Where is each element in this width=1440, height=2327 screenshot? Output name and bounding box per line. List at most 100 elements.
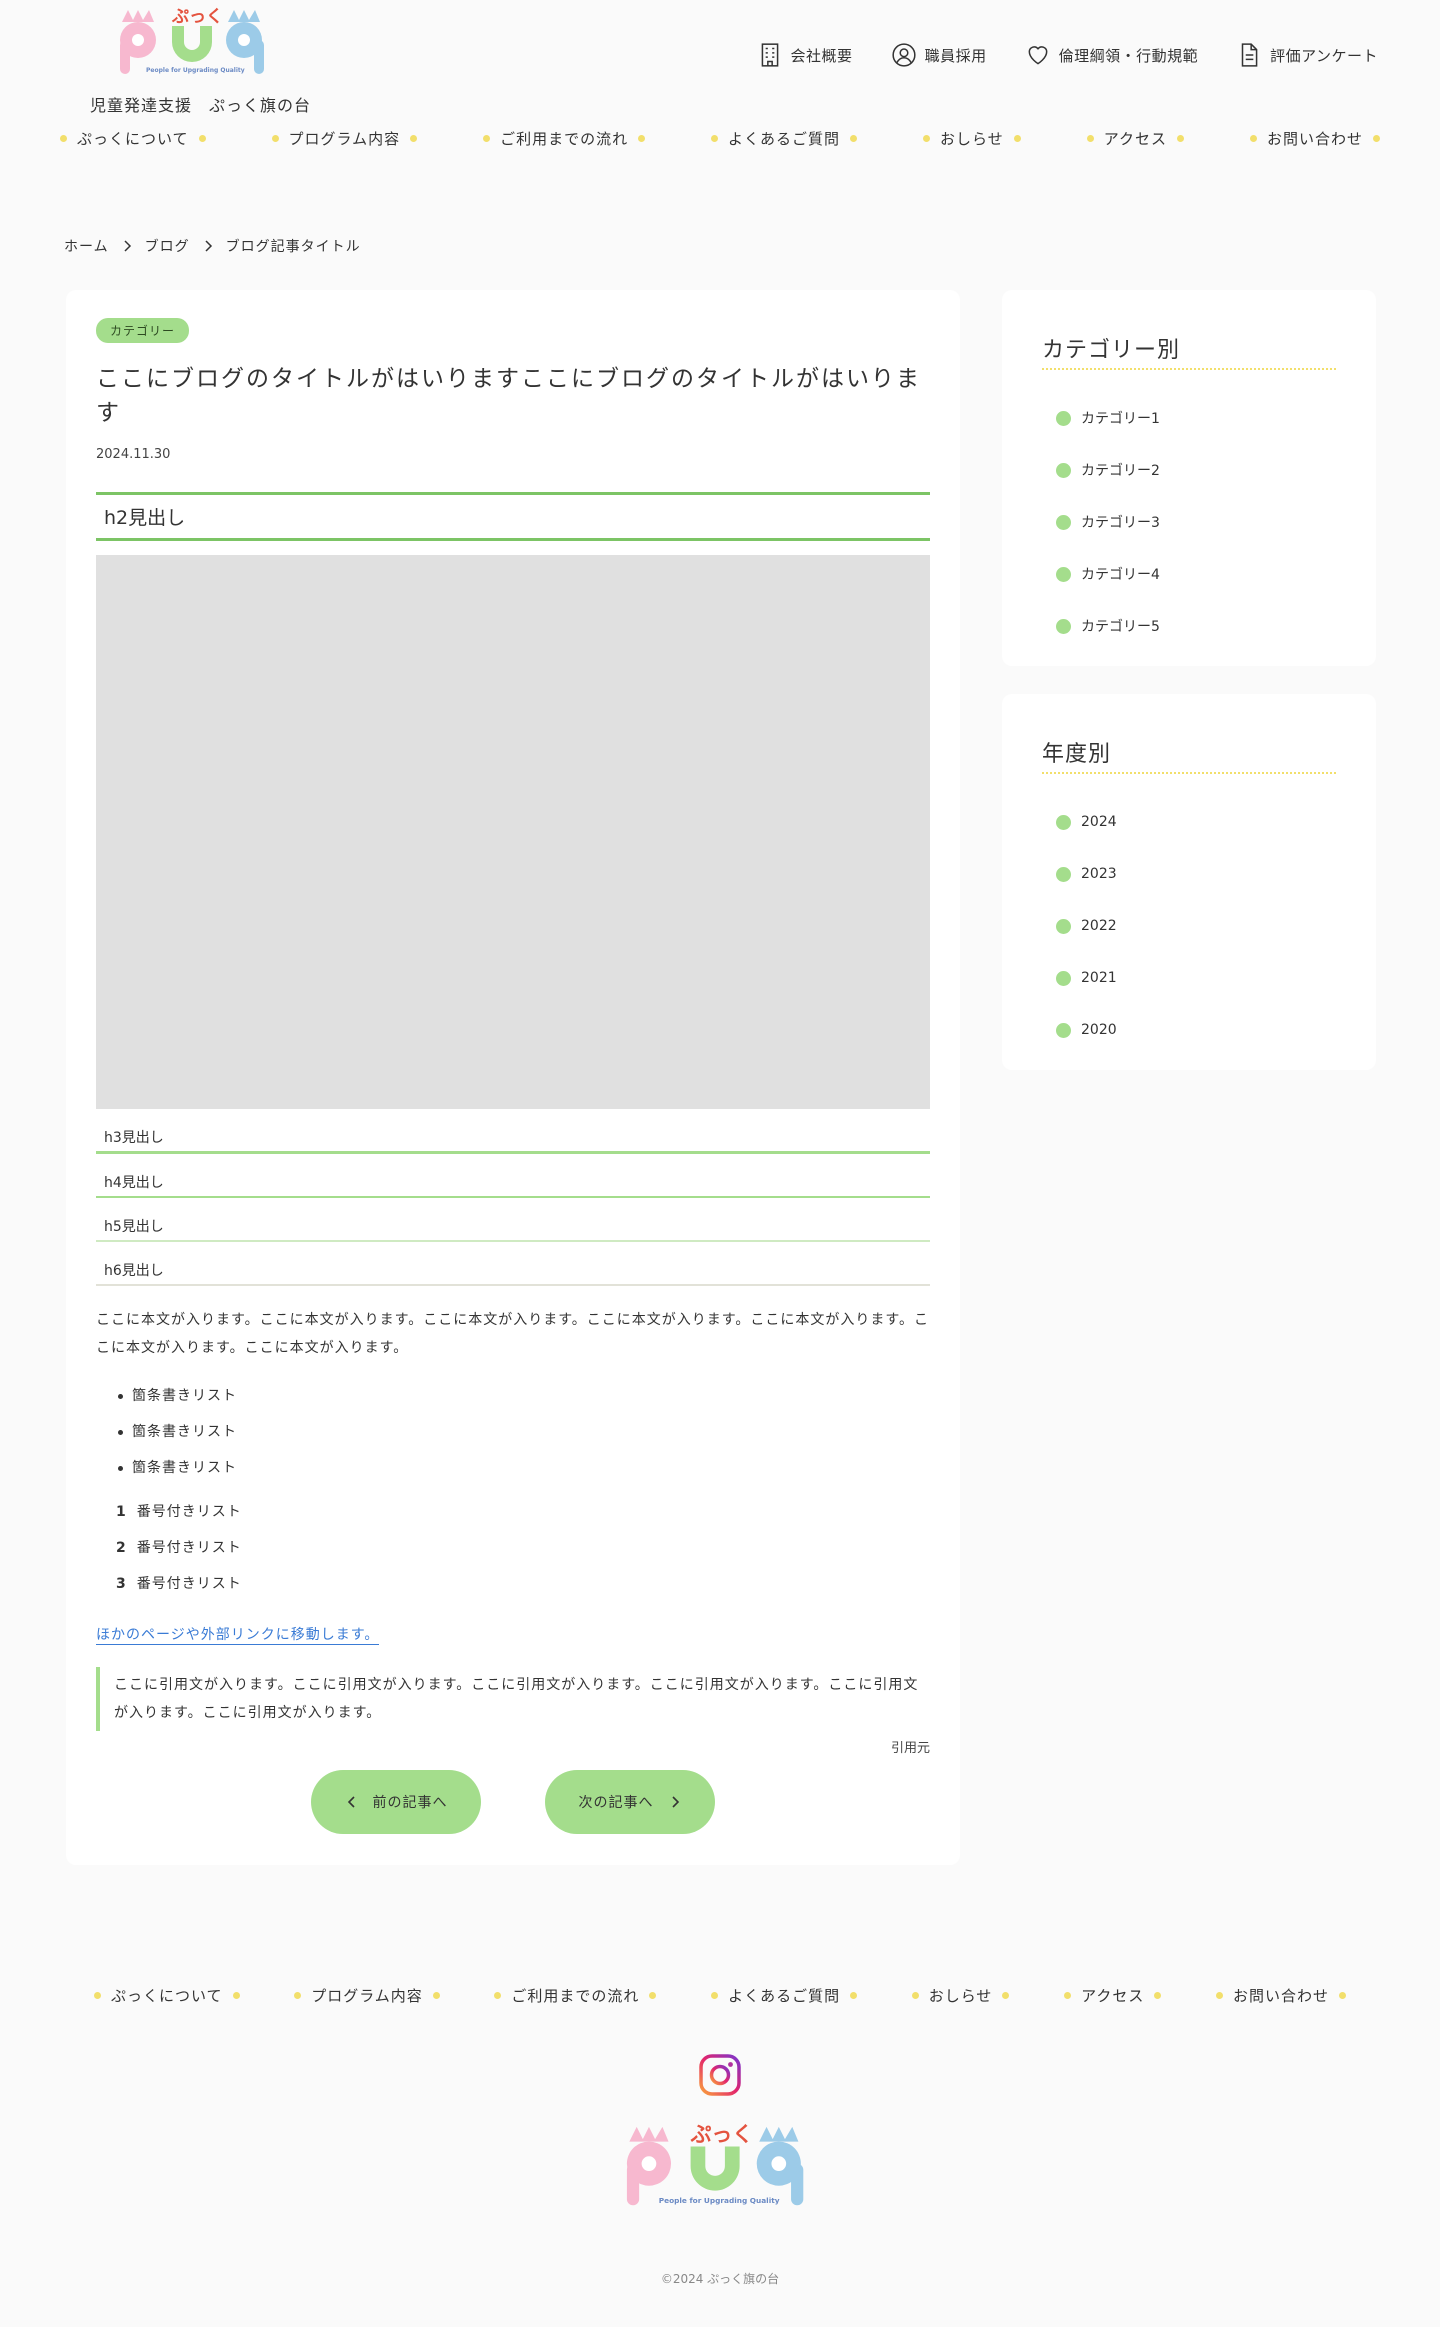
list-text: 番号付きリスト — [136, 1576, 242, 1592]
dot-icon — [432, 1992, 440, 1999]
site-logo[interactable]: ぷっく People for Upgrading Quality — [116, 6, 276, 86]
dot-icon — [638, 135, 646, 142]
bullet-dot-icon — [1056, 566, 1071, 582]
gnav-label: おしらせ — [940, 130, 1004, 148]
next-post-button[interactable]: 次の記事へ — [545, 1770, 715, 1834]
dot-icon — [1176, 135, 1184, 142]
fnav-item-news[interactable]: おしらせ — [911, 1985, 1010, 2006]
fnav-item-faq[interactable]: よくあるご質問 — [711, 1985, 858, 2006]
bullet-dot-icon — [1056, 918, 1071, 934]
year-label: 2023 — [1081, 866, 1117, 882]
prev-post-button[interactable]: 前の記事へ — [311, 1770, 481, 1834]
fnav-item-program[interactable]: プログラム内容 — [294, 1985, 440, 2006]
year-item[interactable]: 2021 — [1056, 952, 1117, 1004]
gnav-item-access[interactable]: アクセス — [1086, 128, 1184, 149]
fnav-item-flow[interactable]: ご利用までの流れ — [494, 1985, 657, 2006]
category-item[interactable]: カテゴリー2 — [1056, 444, 1160, 496]
util-link-recruit[interactable]: 職員採用 — [891, 42, 987, 68]
category-label: カテゴリー4 — [1081, 567, 1160, 583]
category-badge[interactable]: カテゴリー — [96, 318, 190, 343]
breadcrumb-current: ブログ記事タイトル — [225, 239, 361, 255]
gnav-item-faq[interactable]: よくあるご質問 — [711, 128, 858, 149]
year-item[interactable]: 2020 — [1056, 1004, 1117, 1056]
util-link-ethics[interactable]: 倫理綱領・行動規範 — [1025, 42, 1199, 68]
dot-icon — [1064, 1992, 1072, 1999]
logo-letter-q — [756, 2126, 804, 2206]
dot-icon — [850, 135, 858, 142]
bullet-dot-icon — [1056, 866, 1071, 882]
heading-h2: h2見出し — [96, 492, 930, 541]
category-label: カテゴリー1 — [1081, 411, 1160, 427]
logo-letter-u — [172, 26, 212, 62]
category-item[interactable]: カテゴリー1 — [1056, 392, 1160, 444]
gnav-label: よくあるご質問 — [728, 130, 841, 148]
body-paragraph: ここに本文が入ります。ここに本文が入ります。ここに本文が入ります。ここに本文が入… — [96, 1312, 929, 1356]
fnav-label: ぷっくについて — [111, 1987, 223, 2005]
category-item[interactable]: カテゴリー4 — [1056, 548, 1160, 600]
category-label: カテゴリー5 — [1081, 619, 1160, 635]
gnav-label: ぷっくについて — [77, 130, 189, 148]
gnav-item-about[interactable]: ぷっくについて — [60, 128, 206, 149]
list-item: 箇条書きリスト — [96, 1414, 930, 1450]
gnav-item-program[interactable]: プログラム内容 — [271, 128, 418, 149]
dot-icon — [483, 135, 491, 142]
list-number: 2 — [116, 1540, 127, 1556]
article-card: カテゴリー ここにブログのタイトルがはいりますここにブログのタイトルがはいります… — [66, 290, 960, 1865]
article-body: カテゴリー ここにブログのタイトルがはいりますここにブログのタイトルがはいります… — [96, 318, 930, 1756]
sidebar-year-title: 年度別 — [1042, 736, 1336, 774]
fnav-label: おしらせ — [928, 1987, 993, 2005]
post-pager: 前の記事へ 次の記事へ — [66, 1770, 960, 1834]
breadcrumb-blog[interactable]: ブログ — [145, 236, 190, 256]
user-icon — [891, 43, 916, 67]
utility-nav: 会社概要 職員採用 倫理綱領・行動規範 評価アンケート — [757, 42, 1378, 68]
dot-icon — [850, 1992, 858, 1999]
gnav-item-news[interactable]: おしらせ — [923, 128, 1021, 149]
building-icon — [761, 43, 778, 67]
prev-post-label: 前の記事へ — [372, 1795, 448, 1811]
list-item: 1 番号付きリスト — [96, 1494, 930, 1530]
year-item[interactable]: 2022 — [1056, 900, 1117, 952]
breadcrumb-home[interactable]: ホーム — [64, 236, 109, 256]
breadcrumb: ホーム ブログ ブログ記事タイトル — [64, 236, 361, 256]
year-item[interactable]: 2024 — [1056, 796, 1117, 848]
fnav-item-about[interactable]: ぷっくについて — [94, 1985, 240, 2006]
chevron-right-icon — [671, 1796, 679, 1808]
external-link[interactable]: ほかのページや外部リンクに移動します。 — [96, 1626, 380, 1645]
year-item[interactable]: 2023 — [1056, 848, 1117, 900]
year-label: 2022 — [1081, 918, 1117, 934]
numbered-list: 1 番号付きリスト 2 番号付きリスト 3 番号付きリスト — [96, 1494, 930, 1602]
fnav-label: ご利用までの流れ — [511, 1987, 640, 2005]
dot-icon — [60, 135, 67, 142]
list-text: 番号付きリスト — [136, 1540, 242, 1556]
fnav-label: よくあるご質問 — [728, 1987, 841, 2005]
dot-icon — [649, 1992, 657, 1999]
dot-icon — [94, 1992, 101, 1999]
chevron-left-icon — [347, 1796, 355, 1808]
dot-icon — [410, 135, 418, 142]
logo-subtext: People for Upgrading Quality — [146, 67, 245, 74]
gnav-label: ご利用までの流れ — [500, 130, 629, 148]
logo-letter-p — [626, 2126, 671, 2206]
category-list: カテゴリー1 カテゴリー2 カテゴリー3 カテゴリー4 カテゴリー5 — [1056, 392, 1160, 652]
dot-icon — [271, 135, 279, 142]
logo-letter-u — [690, 2146, 740, 2191]
dot-icon — [1086, 135, 1094, 142]
category-item[interactable]: カテゴリー3 — [1056, 496, 1160, 548]
gnav-item-contact[interactable]: お問い合わせ — [1249, 128, 1380, 149]
list-item: 箇条書きリスト — [96, 1378, 930, 1414]
site-header: ぷっく People for Upgrading Quality 児童発達支援 … — [0, 0, 1440, 170]
fnav-item-access[interactable]: アクセス — [1064, 1985, 1162, 2006]
bullet-dot-icon — [1056, 618, 1071, 634]
dot-icon — [294, 1992, 302, 1999]
global-nav: ぷっくについて プログラム内容 ご利用までの流れ よくあるご質問 おしらせ アク… — [60, 128, 1380, 149]
category-item[interactable]: カテゴリー5 — [1056, 600, 1160, 652]
post-date: 2024.11.30 — [96, 447, 171, 462]
instagram-link[interactable] — [698, 2053, 742, 2097]
util-link-company[interactable]: 会社概要 — [757, 42, 853, 68]
dot-icon — [1013, 135, 1021, 142]
gnav-item-flow[interactable]: ご利用までの流れ — [483, 128, 646, 149]
dot-icon — [1154, 1992, 1162, 1999]
util-link-survey[interactable]: 評価アンケート — [1236, 42, 1378, 68]
fnav-item-contact[interactable]: お問い合わせ — [1215, 1985, 1346, 2006]
footer-logo[interactable]: ぷっく People for Upgrading Quality — [622, 2122, 818, 2224]
